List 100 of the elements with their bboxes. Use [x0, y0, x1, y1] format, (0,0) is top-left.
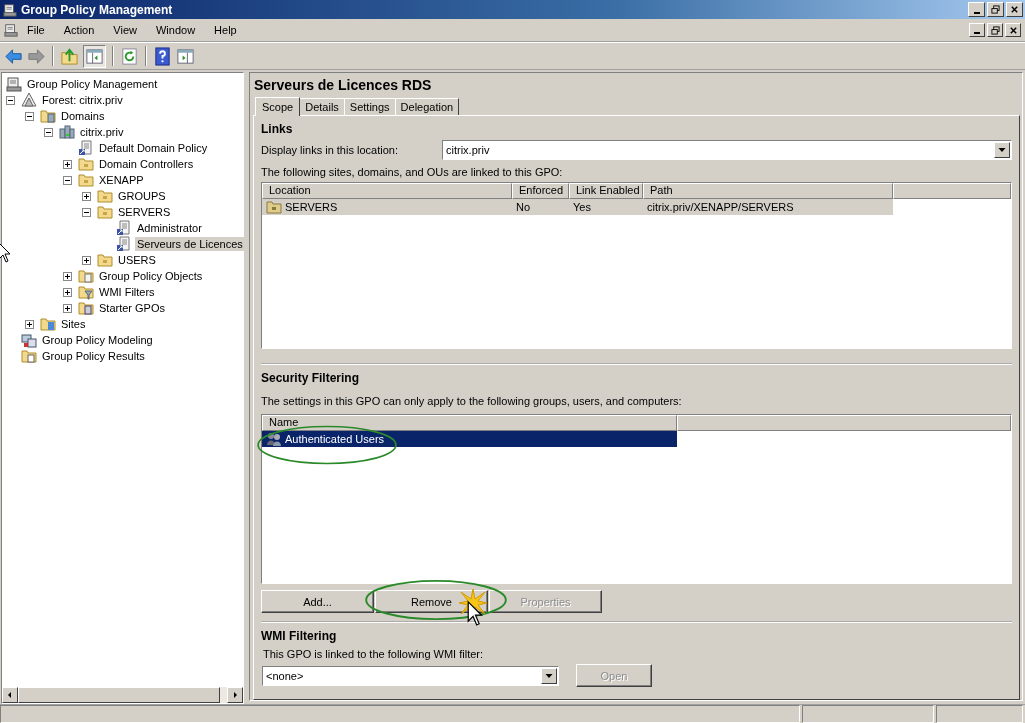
- table-cell: citrix.priv/XENAPP/SERVERS: [647, 201, 794, 213]
- folder-up-icon[interactable]: [60, 46, 79, 66]
- collapse-toggle[interactable]: [82, 207, 91, 217]
- column-header[interactable]: Link Enabled: [569, 183, 643, 199]
- scroll-right-icon[interactable]: [227, 687, 243, 703]
- tree-item[interactable]: Group Policy Management: [25, 77, 160, 91]
- restore-icon: [991, 5, 1000, 14]
- table-cell: Authenticated Users: [285, 433, 385, 445]
- column-header[interactable]: Enforced: [512, 183, 569, 199]
- menu-item[interactable]: Help: [205, 24, 247, 36]
- menu-item[interactable]: View: [104, 24, 147, 36]
- minimize-button[interactable]: [968, 2, 985, 17]
- console-icon: [3, 2, 17, 17]
- users-icon: [266, 431, 282, 447]
- restore-icon: [990, 25, 1000, 35]
- folder-icon: [97, 252, 113, 268]
- close-button[interactable]: [1006, 2, 1023, 17]
- tab[interactable]: Scope: [255, 97, 301, 116]
- tree-item[interactable]: Domain Controllers: [97, 157, 196, 171]
- folder-icon: [21, 348, 37, 364]
- folder-icon: [78, 300, 94, 316]
- collapse-toggle[interactable]: [6, 95, 15, 105]
- tree-item[interactable]: Domains: [59, 109, 107, 123]
- collapse-toggle[interactable]: [44, 127, 53, 137]
- console-icon: [6, 76, 22, 92]
- action-pane-icon[interactable]: [176, 46, 195, 66]
- field-label: Display links in this location:: [261, 144, 399, 156]
- minimize-button[interactable]: [969, 23, 985, 37]
- restore-button[interactable]: [987, 2, 1004, 17]
- wmi-filter-dropdown[interactable]: <none>: [262, 665, 559, 686]
- expand-toggle[interactable]: [25, 319, 34, 329]
- folder-icon: [40, 108, 56, 124]
- tab[interactable]: Settings: [343, 98, 396, 115]
- folder-icon: [78, 284, 94, 300]
- tree-item[interactable]: Default Domain Policy: [97, 141, 210, 155]
- column-header[interactable]: Name: [262, 415, 677, 431]
- column-header[interactable]: Location: [262, 183, 512, 199]
- tree-item[interactable]: Group Policy Objects: [97, 269, 205, 283]
- close-button[interactable]: [1005, 23, 1021, 37]
- expand-toggle[interactable]: [63, 159, 72, 169]
- description-text: The following sites, domains, and OUs are linked to this GPO:: [261, 165, 564, 180]
- dropdown-arrow-icon: [998, 146, 1006, 154]
- expand-toggle[interactable]: [63, 271, 72, 281]
- tree-item[interactable]: Starter GPOs: [97, 301, 168, 315]
- minimize-icon: [973, 11, 980, 14]
- tree-item[interactable]: USERS: [116, 253, 158, 267]
- menu-item[interactable]: Window: [146, 24, 206, 36]
- folder-icon: [78, 268, 94, 284]
- location-dropdown[interactable]: citrix.priv: [442, 140, 1012, 160]
- collapse-toggle[interactable]: [25, 111, 34, 121]
- tree-item[interactable]: Serveurs de Licences: [135, 237, 245, 251]
- restore-button[interactable]: [987, 23, 1003, 37]
- minimize-icon: [974, 32, 980, 34]
- tree-item[interactable]: Forest: citrix.priv: [40, 93, 125, 107]
- folder-icon: [97, 188, 113, 204]
- expand-toggle[interactable]: [63, 287, 72, 297]
- tree-item[interactable]: GROUPS: [116, 189, 168, 203]
- list-row[interactable]: Authenticated Users: [262, 431, 677, 447]
- menu-item[interactable]: File: [18, 24, 55, 36]
- refresh-icon[interactable]: [120, 46, 139, 66]
- tree-item[interactable]: Group Policy Results: [40, 349, 147, 363]
- close-icon: [1008, 25, 1018, 35]
- tree-item[interactable]: XENAPP: [97, 173, 146, 187]
- expand-toggle[interactable]: [63, 303, 72, 313]
- tree-item[interactable]: SERVERS: [116, 205, 173, 219]
- tree-item[interactable]: WMI Filters: [97, 285, 157, 299]
- server-icon: [59, 124, 75, 140]
- document-icon: [78, 140, 94, 156]
- window-title: Group Policy Management: [21, 2, 173, 17]
- computer-icon: [21, 332, 37, 348]
- console-icon[interactable]: [4, 23, 18, 37]
- table-cell: SERVERS: [285, 201, 338, 213]
- tab[interactable]: Delegation: [394, 98, 460, 115]
- column-header[interactable]: Path: [643, 183, 893, 199]
- folder-icon: [40, 316, 56, 332]
- expand-toggle[interactable]: [82, 255, 91, 265]
- description-text: The settings in this GPO can only apply to the following groups, users, and computers:: [261, 394, 683, 409]
- back-arrow-icon[interactable]: [4, 46, 23, 66]
- scroll-left-icon[interactable]: [2, 687, 18, 703]
- tree-item[interactable]: citrix.priv: [78, 125, 126, 139]
- horizontal-scrollbar[interactable]: [2, 687, 243, 703]
- folder-icon: [78, 156, 94, 172]
- folder-icon: [78, 172, 94, 188]
- tree-item[interactable]: Sites: [59, 317, 88, 331]
- action-button[interactable]: Add...: [261, 590, 374, 613]
- expand-toggle[interactable]: [82, 191, 91, 201]
- list-row[interactable]: SERVERS No Yes citrix.priv/XENAPP/SERVERS: [262, 199, 893, 215]
- menu-item[interactable]: Action: [54, 24, 105, 36]
- section-heading: WMI Filtering: [261, 628, 338, 645]
- collapse-toggle[interactable]: [63, 175, 72, 185]
- tree-item[interactable]: Administrator: [135, 221, 204, 235]
- tree-item[interactable]: Group Policy Modeling: [40, 333, 155, 347]
- table-cell: No: [516, 201, 531, 213]
- document-icon: [116, 236, 132, 252]
- folder-icon: [266, 199, 282, 215]
- section-heading: Links: [261, 121, 294, 138]
- help-icon[interactable]: [153, 46, 172, 66]
- console-tree-icon[interactable]: [85, 46, 104, 66]
- folder-icon: [97, 204, 113, 220]
- scroll-thumb[interactable]: [18, 687, 220, 703]
